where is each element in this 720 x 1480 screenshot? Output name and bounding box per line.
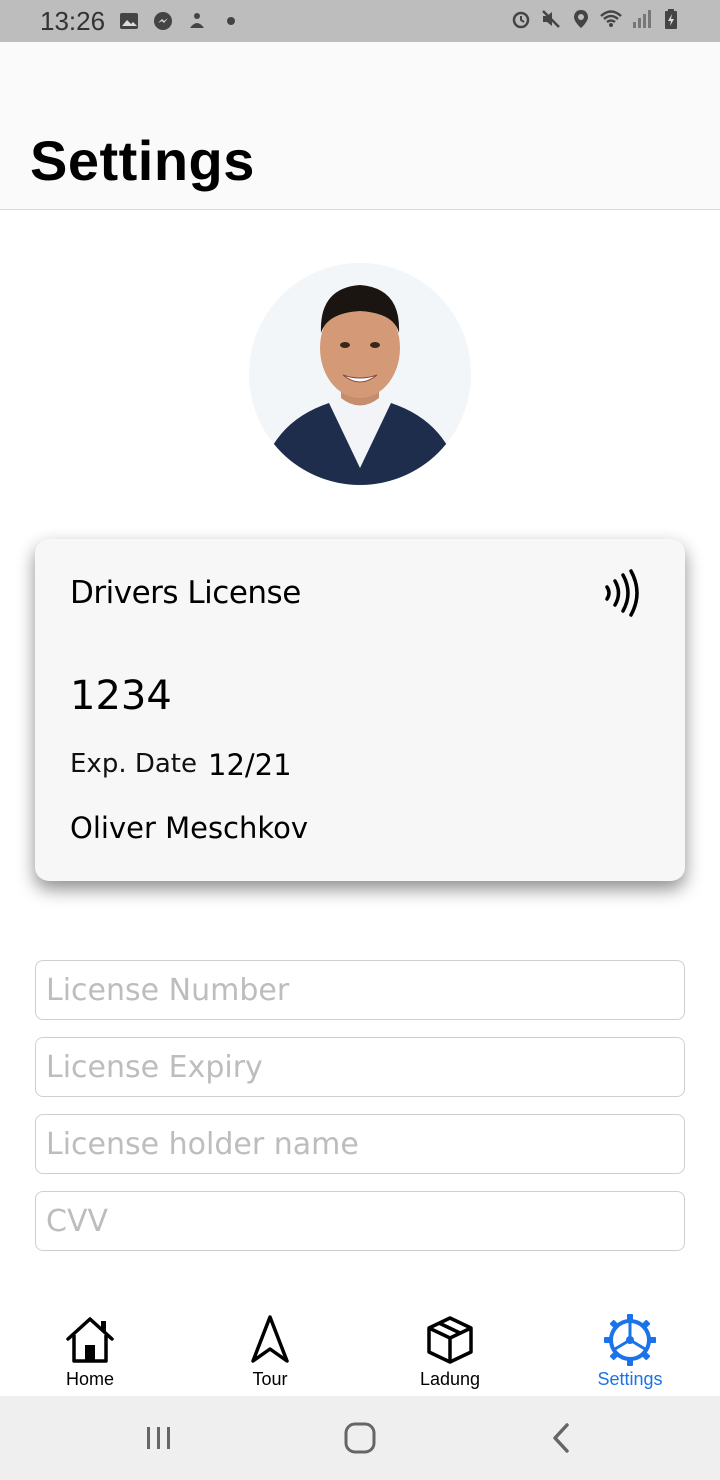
license-holder-display: Oliver Meschkov	[70, 811, 309, 845]
signal-icon	[630, 8, 652, 30]
tab-tour[interactable]: Tour	[210, 1305, 330, 1396]
exp-date-label: Exp. Date	[70, 749, 197, 779]
license-expiry-input[interactable]	[35, 1037, 685, 1097]
recent-apps-icon[interactable]	[139, 1418, 179, 1458]
home-circle-icon[interactable]	[340, 1418, 380, 1458]
status-bar: 13:26	[0, 0, 720, 42]
back-icon[interactable]	[542, 1418, 582, 1458]
messenger-icon	[152, 10, 174, 32]
tab-settings-label: Settings	[597, 1369, 663, 1389]
app-icon	[186, 10, 208, 32]
license-card: Drivers License 1234 Exp. Date 12/21 Oli…	[35, 539, 685, 881]
navigation-icon	[243, 1313, 297, 1367]
tab-settings[interactable]: Settings	[570, 1305, 690, 1396]
card-title: Drivers License	[70, 575, 301, 611]
notification-icons	[118, 10, 242, 32]
page-title: Settings	[30, 129, 255, 192]
home-icon	[63, 1313, 117, 1367]
exp-date-value: 12/21	[208, 748, 292, 782]
alarm-icon	[510, 8, 532, 30]
tab-ladung-label: Ladung	[419, 1369, 481, 1389]
wifi-icon	[600, 8, 622, 30]
system-nav-bar	[0, 1396, 720, 1480]
dot-icon	[220, 10, 242, 32]
status-time: 13:26	[40, 6, 106, 36]
gear-icon	[603, 1313, 657, 1367]
tab-home[interactable]: Home	[30, 1305, 150, 1396]
tab-tour-label: Tour	[252, 1369, 288, 1389]
license-number-input[interactable]	[35, 960, 685, 1020]
bottom-tab-bar: Home Tour Ladung Settings	[0, 1305, 720, 1396]
nfc-icon	[603, 569, 643, 617]
location-icon	[570, 8, 592, 30]
app-header: Settings	[0, 42, 720, 210]
battery-icon	[660, 8, 682, 30]
package-icon	[423, 1313, 477, 1367]
tab-home-label: Home	[65, 1369, 114, 1389]
gallery-icon	[118, 10, 140, 32]
license-holder-input[interactable]	[35, 1114, 685, 1174]
tab-ladung[interactable]: Ladung	[390, 1305, 510, 1396]
system-icons	[510, 8, 682, 30]
license-number-display: 1234	[70, 673, 172, 719]
avatar[interactable]	[249, 263, 471, 485]
cvv-input[interactable]	[35, 1191, 685, 1251]
mute-icon	[540, 8, 562, 30]
